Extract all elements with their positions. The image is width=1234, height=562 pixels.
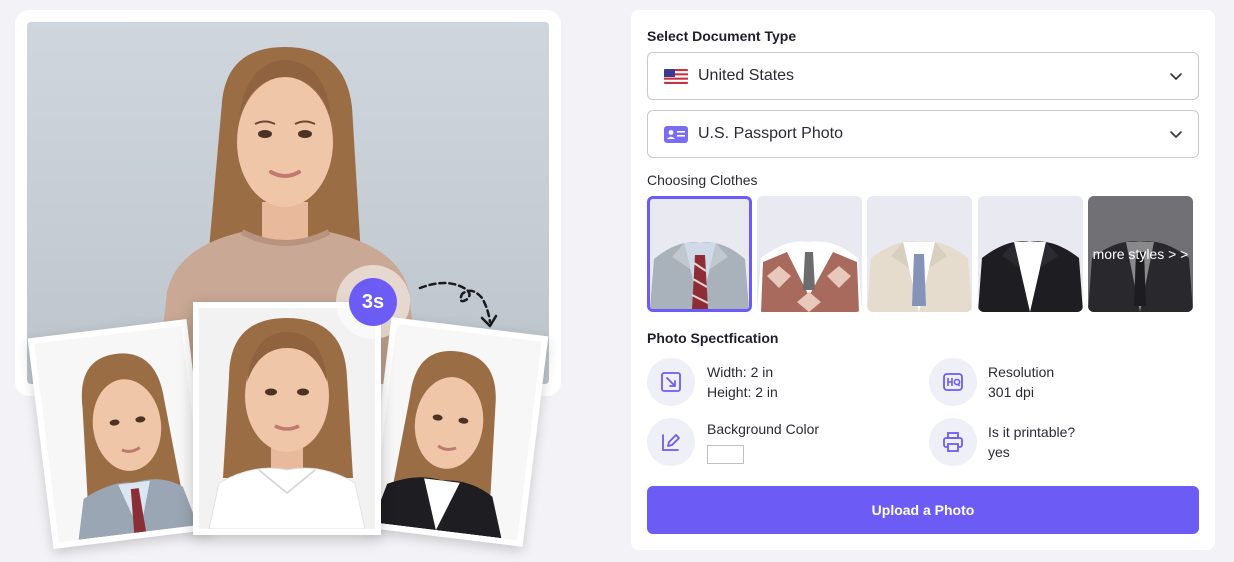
spec-resolution-value: 301 dpi [988,384,1034,400]
country-select[interactable]: United States [647,52,1199,100]
photo-spec-title: Photo Spectfication [647,330,779,346]
upload-photo-button[interactable]: Upload a Photo [647,486,1199,534]
id-card-icon [664,125,688,143]
document-type-value: U.S. Passport Photo [698,125,843,142]
clothes-option-argyle-vest[interactable] [757,196,862,312]
spec-printable-value: yes [988,444,1010,460]
bg-color-swatch [707,445,744,464]
resize-icon [647,358,695,406]
paint-edit-icon [647,418,695,466]
us-flag-icon [664,68,688,84]
document-type-title: Select Document Type [647,28,797,44]
more-styles-label: more styles > > [1088,196,1193,312]
hq-icon [929,358,977,406]
sample-photo-right [365,317,549,547]
spec-resolution-label: Resolution [988,364,1055,380]
clothes-option-more-styles[interactable]: more styles > > [1088,196,1193,312]
clothes-option-gray-suit[interactable] [647,196,752,312]
spec-height: Height: 2 in [707,384,778,400]
clothes-options: more styles > > [647,196,1193,312]
timer-badge: 3s [349,278,397,326]
country-value: United States [698,67,795,84]
clothes-option-black-suit[interactable] [978,196,1083,312]
clothes-option-beige-suit[interactable] [867,196,972,312]
spec-width: Width: 2 in [707,364,774,380]
clothes-title: Choosing Clothes [647,172,758,188]
sample-photo-center [193,302,381,535]
curved-arrow-icon [418,281,498,328]
chevron-down-icon [1170,131,1182,138]
printer-icon [929,418,977,466]
chevron-down-icon [1170,73,1182,80]
document-type-select[interactable]: U.S. Passport Photo [647,110,1199,158]
spec-bg-label: Background Color [707,421,820,437]
sample-photo-left [27,319,213,549]
spec-printable-label: Is it printable? [988,424,1076,440]
